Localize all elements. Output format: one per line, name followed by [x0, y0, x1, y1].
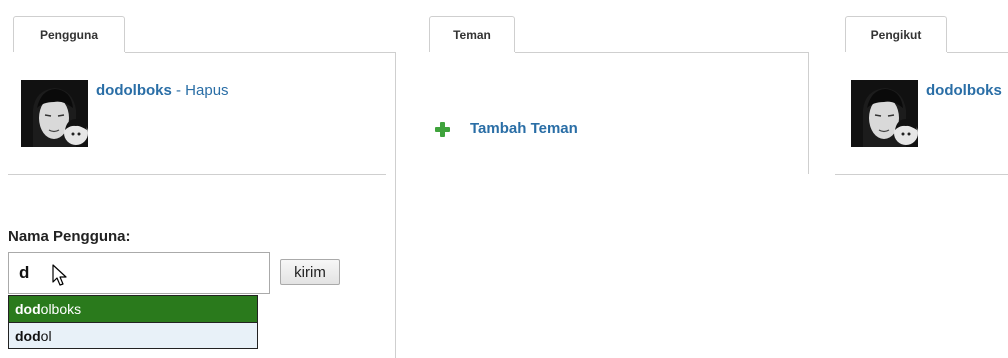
suggestion-match: dod [15, 328, 41, 344]
tab-pengguna-label: Pengguna [39, 27, 98, 42]
suggestion-match: dod [15, 301, 41, 317]
username-input[interactable] [8, 252, 270, 294]
suggestion-dodol[interactable]: dodol [9, 322, 257, 348]
tab-pengikut[interactable]: Pengikut [845, 16, 947, 52]
plus-icon [434, 121, 450, 137]
follower-avatar[interactable] [851, 80, 918, 147]
delete-link[interactable]: Hapus [185, 82, 228, 99]
tab-teman[interactable]: Teman [429, 16, 515, 52]
submit-button[interactable]: kirim [280, 259, 340, 285]
panel-followers-divider [835, 174, 1008, 175]
tab-teman-label: Teman [453, 27, 491, 42]
suggestion-rest: ol [40, 328, 52, 344]
user-entry: dodolboks - Hapus [96, 82, 229, 99]
panel-friends-right-border [808, 52, 809, 174]
add-friend-button[interactable]: Tambah Teman [434, 120, 578, 137]
mouse-pointer-icon [52, 264, 67, 286]
username-link[interactable]: dodolboks [96, 82, 172, 99]
panel-followers-top-border [947, 52, 1008, 53]
panel-users-divider [8, 174, 386, 175]
separator: - [171, 82, 186, 99]
autocomplete-list: dodolboks dodol [8, 295, 258, 349]
panel-friends-top-border [515, 52, 808, 53]
add-friend-label: Tambah Teman [470, 120, 578, 137]
tab-pengguna[interactable]: Pengguna [13, 16, 125, 52]
panel-users-top-border [125, 52, 396, 53]
suggestion-rest: olboks [40, 301, 82, 317]
tab-pengikut-label: Pengikut [870, 27, 922, 42]
follower-entry: dodolboks [926, 82, 1008, 99]
panel-users-right-border [395, 52, 396, 358]
user-avatar[interactable] [21, 80, 88, 147]
follower-username-link[interactable]: dodolboks [926, 82, 1002, 99]
username-field-label: Nama Pengguna: [8, 228, 131, 245]
suggestion-dodolboks[interactable]: dodolboks [9, 296, 257, 322]
